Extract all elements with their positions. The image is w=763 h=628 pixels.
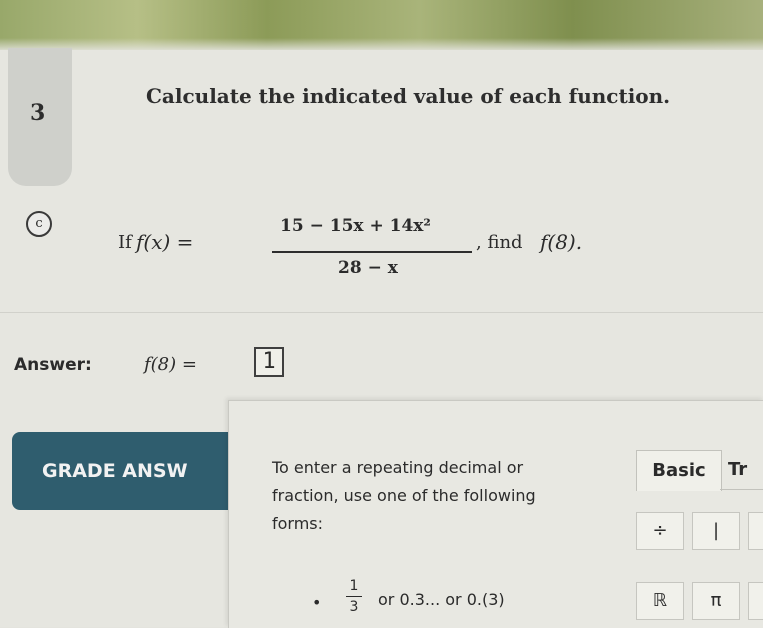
help-bullet: • (312, 593, 322, 612)
function-lhs: f(x) = (136, 230, 194, 254)
help-fraction-denominator: 3 (349, 599, 359, 615)
real-numbers-key[interactable]: ℝ (636, 582, 684, 620)
grade-answer-button[interactable]: GRADE ANSW (12, 432, 262, 510)
fraction-denominator: 28 − x (338, 258, 398, 278)
pi-key[interactable]: π (692, 582, 740, 620)
answer-input[interactable]: 1 (254, 347, 284, 377)
fraction-numerator: 15 − 15x + 14x² (280, 216, 431, 236)
help-forms: or 0.3... or 0.(3) (378, 590, 505, 609)
help-fraction-bar (346, 596, 362, 597)
help-text: To enter a repeating decimal or fraction… (272, 458, 536, 533)
tab-basic[interactable]: Basic (636, 450, 722, 491)
key-partial-2[interactable] (748, 582, 763, 620)
background-photo-strip (0, 0, 763, 52)
answer-label: Answer: (14, 355, 92, 375)
help-fraction: 1 3 (342, 578, 366, 615)
key-partial-1[interactable] (748, 512, 763, 550)
help-fraction-numerator: 1 (349, 578, 359, 594)
question-prompt: Calculate the indicated value of each fu… (146, 84, 671, 108)
tab-trig[interactable]: Tr (720, 450, 763, 490)
divide-key[interactable]: ÷ (636, 512, 684, 550)
part-label: c (26, 211, 52, 237)
section-divider (0, 312, 763, 313)
absolute-value-key[interactable]: | (692, 512, 740, 550)
if-word: If (118, 232, 132, 253)
fraction-bar (272, 251, 472, 253)
find-expression: f(8). (540, 230, 583, 254)
find-text: , find (476, 232, 523, 253)
answer-expression: f(8) = (144, 354, 197, 375)
question-number: 3 (30, 100, 46, 126)
